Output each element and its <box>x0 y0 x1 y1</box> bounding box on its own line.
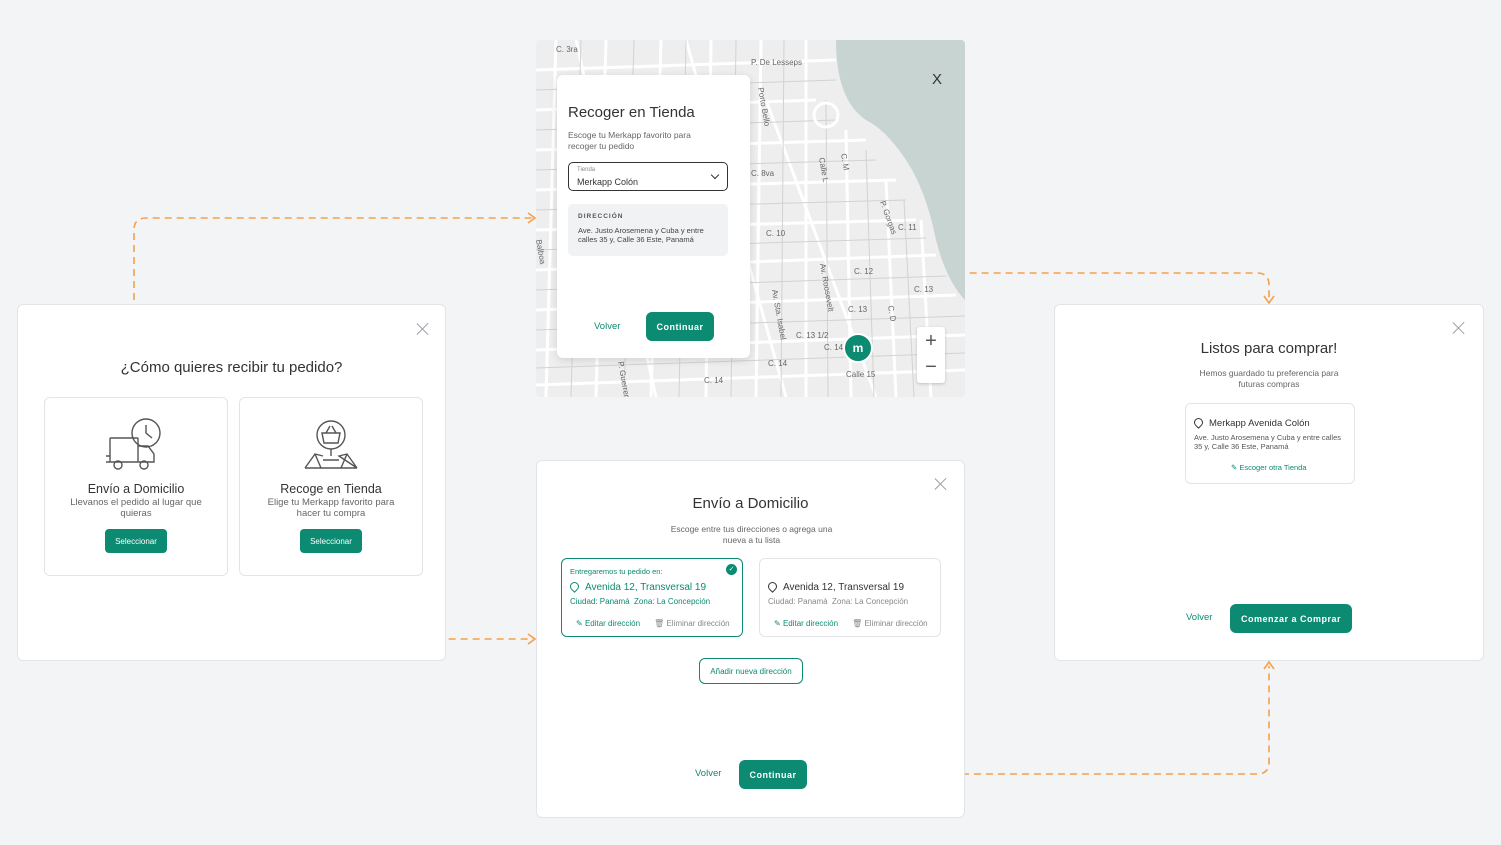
chevron-down-icon <box>710 170 720 180</box>
edit-label: Editar dirección <box>782 619 839 628</box>
delivery-truck-clock-icon <box>106 418 161 470</box>
add-address-button[interactable]: Añadir nueva dirección <box>699 658 803 684</box>
street-label: C. 8va <box>751 169 775 178</box>
delete-label: Eliminar dirección <box>864 619 928 628</box>
pickup-panel: Recoger en Tienda Escoge tu Merkapp favo… <box>557 75 750 358</box>
street-label: C. 10 <box>766 229 786 238</box>
dialog-title: Listos para comprar! <box>1200 340 1338 357</box>
delete-address-link[interactable]: 🗑 Eliminar dirección <box>852 619 928 628</box>
street-label: C. 14 <box>824 343 844 352</box>
select-home-delivery-button[interactable]: Seleccionar <box>105 529 167 553</box>
delete-label: Eliminar dirección <box>666 619 730 628</box>
panel-title: Recoger en Tienda <box>568 104 695 121</box>
store-marker-icon[interactable]: m <box>843 333 873 363</box>
option-description: Llevanos el pedido al lugar que quieras <box>70 497 202 519</box>
change-store-link[interactable]: ✎ Escoger otra Tienda <box>1231 463 1307 472</box>
select-store-pickup-button[interactable]: Seleccionar <box>300 529 362 553</box>
street-label: C. 3ra <box>556 45 578 54</box>
edit-address-link[interactable]: ✎ Editar dirección <box>576 619 640 628</box>
zone-text: Zona: La Concepción <box>634 597 711 606</box>
address-text: Ave. Justo Arosemena y Cuba y entre call… <box>578 226 704 244</box>
dialog-title: ¿Cómo quieres recibir tu pedido? <box>120 359 343 376</box>
store-pickup-map: C. 3ra P. De Lesseps Porto Bello Calle L… <box>536 40 965 397</box>
address-meta: Ciudad: Panamá Zona: La Concepción <box>570 597 710 606</box>
zone-text: Zona: La Concepción <box>832 597 909 606</box>
continue-button[interactable]: Continuar <box>739 760 807 789</box>
dialog-subtitle: Hemos guardado tu preferencia para futur… <box>1199 368 1339 389</box>
map-close-button[interactable]: X <box>932 71 942 88</box>
address-meta: Ciudad: Panamá Zona: La Concepción <box>768 597 908 606</box>
street-label: C. 14 <box>768 359 788 368</box>
pencil-icon: ✎ <box>576 619 585 628</box>
zoom-control: + − <box>917 327 945 383</box>
address-street: Avenida 12, Transversal 19 <box>766 580 905 593</box>
back-button[interactable]: Volver <box>1186 612 1212 623</box>
close-icon[interactable] <box>934 477 948 491</box>
street-label: C. 14 <box>704 376 724 385</box>
address-card[interactable]: Avenida 12, Transversal 19 Ciudad: Panam… <box>759 558 941 637</box>
start-shopping-button[interactable]: Comenzar a Comprar <box>1230 604 1352 633</box>
street-label: C. 12 <box>854 267 874 276</box>
option-title: Recoge en Tienda <box>280 482 382 496</box>
zoom-out-button[interactable]: − <box>917 355 945 383</box>
street-label: C. 13 <box>848 305 868 314</box>
street-label: C. 13 1/2 <box>796 331 829 340</box>
dialog-title: Envío a Domicilio <box>692 495 809 512</box>
store-select[interactable]: Tienda Merkapp Colón <box>568 162 728 191</box>
panel-subtitle: Escoge tu Merkapp favorito para recoger … <box>568 130 691 151</box>
street-label: C. 13 <box>914 285 934 294</box>
edit-label: Editar dirección <box>584 619 641 628</box>
street-text: Avenida 12, Transversal 19 <box>585 582 707 593</box>
delivery-choice-dialog: ¿Cómo quieres recibir tu pedido? Envío a… <box>17 304 446 661</box>
trash-icon: 🗑 <box>852 619 865 628</box>
close-icon[interactable] <box>1452 321 1466 335</box>
city-text: Ciudad: Panamá <box>768 597 828 606</box>
street-text: Avenida 12, Transversal 19 <box>783 582 905 593</box>
back-button[interactable]: Volver <box>695 768 721 779</box>
pencil-icon: ✎ <box>774 619 783 628</box>
delete-address-link[interactable]: 🗑 Eliminar dirección <box>654 619 730 628</box>
change-store-label: Escoger otra Tienda <box>1239 463 1307 472</box>
zoom-in-button[interactable]: + <box>917 327 945 355</box>
trash-icon: 🗑 <box>654 619 667 628</box>
dialog-subtitle: Escoge entre tus direcciones o agrega un… <box>670 524 833 545</box>
location-pin-icon <box>568 580 581 593</box>
option-title: Envío a Domicilio <box>87 482 185 496</box>
ready-dialog: Listos para comprar! Hemos guardado tu p… <box>1054 304 1484 661</box>
back-button[interactable]: Volver <box>594 321 620 332</box>
address-card-selected[interactable]: Entregaremos tu pedido en: ✓ Avenida 12,… <box>561 558 743 637</box>
city-text: Ciudad: Panamá <box>570 597 630 606</box>
check-icon: ✓ <box>726 564 737 575</box>
store-select-value: Merkapp Colón <box>577 177 639 187</box>
store-name: Merkapp Avenida Colón <box>1192 416 1310 429</box>
address-box: DIRECCIÓN Ave. Justo Arosemena y Cuba y … <box>568 204 728 256</box>
option-description: Elige tu Merkapp favorito para hacer tu … <box>267 497 395 519</box>
edit-address-link[interactable]: ✎ Editar dirección <box>774 619 838 628</box>
address-label: DIRECCIÓN <box>578 213 624 220</box>
continue-button[interactable]: Continuar <box>646 312 714 341</box>
store-address: Ave. Justo Arosemena y Cuba y entre call… <box>1194 433 1342 451</box>
delivery-caption: Entregaremos tu pedido en: <box>570 567 663 576</box>
option-store-pickup[interactable]: Recoge en Tienda Elige tu Merkapp favori… <box>239 397 423 576</box>
location-pin-icon <box>1192 416 1205 429</box>
store-name-text: Merkapp Avenida Colón <box>1209 418 1310 429</box>
street-label: P. De Lesseps <box>751 58 802 67</box>
close-icon[interactable] <box>416 322 430 336</box>
location-pin-icon <box>766 580 779 593</box>
option-home-delivery[interactable]: Envío a Domicilio Llevanos el pedido al … <box>44 397 228 576</box>
address-street: Avenida 12, Transversal 19 <box>568 580 707 593</box>
street-label: C. 11 <box>898 223 917 232</box>
street-label: Calle 15 <box>846 370 876 379</box>
store-map-basket-icon <box>304 420 358 469</box>
store-select-label: Tienda <box>577 167 596 173</box>
saved-store-card: Merkapp Avenida Colón Ave. Justo Aroseme… <box>1185 403 1355 484</box>
home-delivery-dialog: Envío a Domicilio Escoge entre tus direc… <box>536 460 965 818</box>
